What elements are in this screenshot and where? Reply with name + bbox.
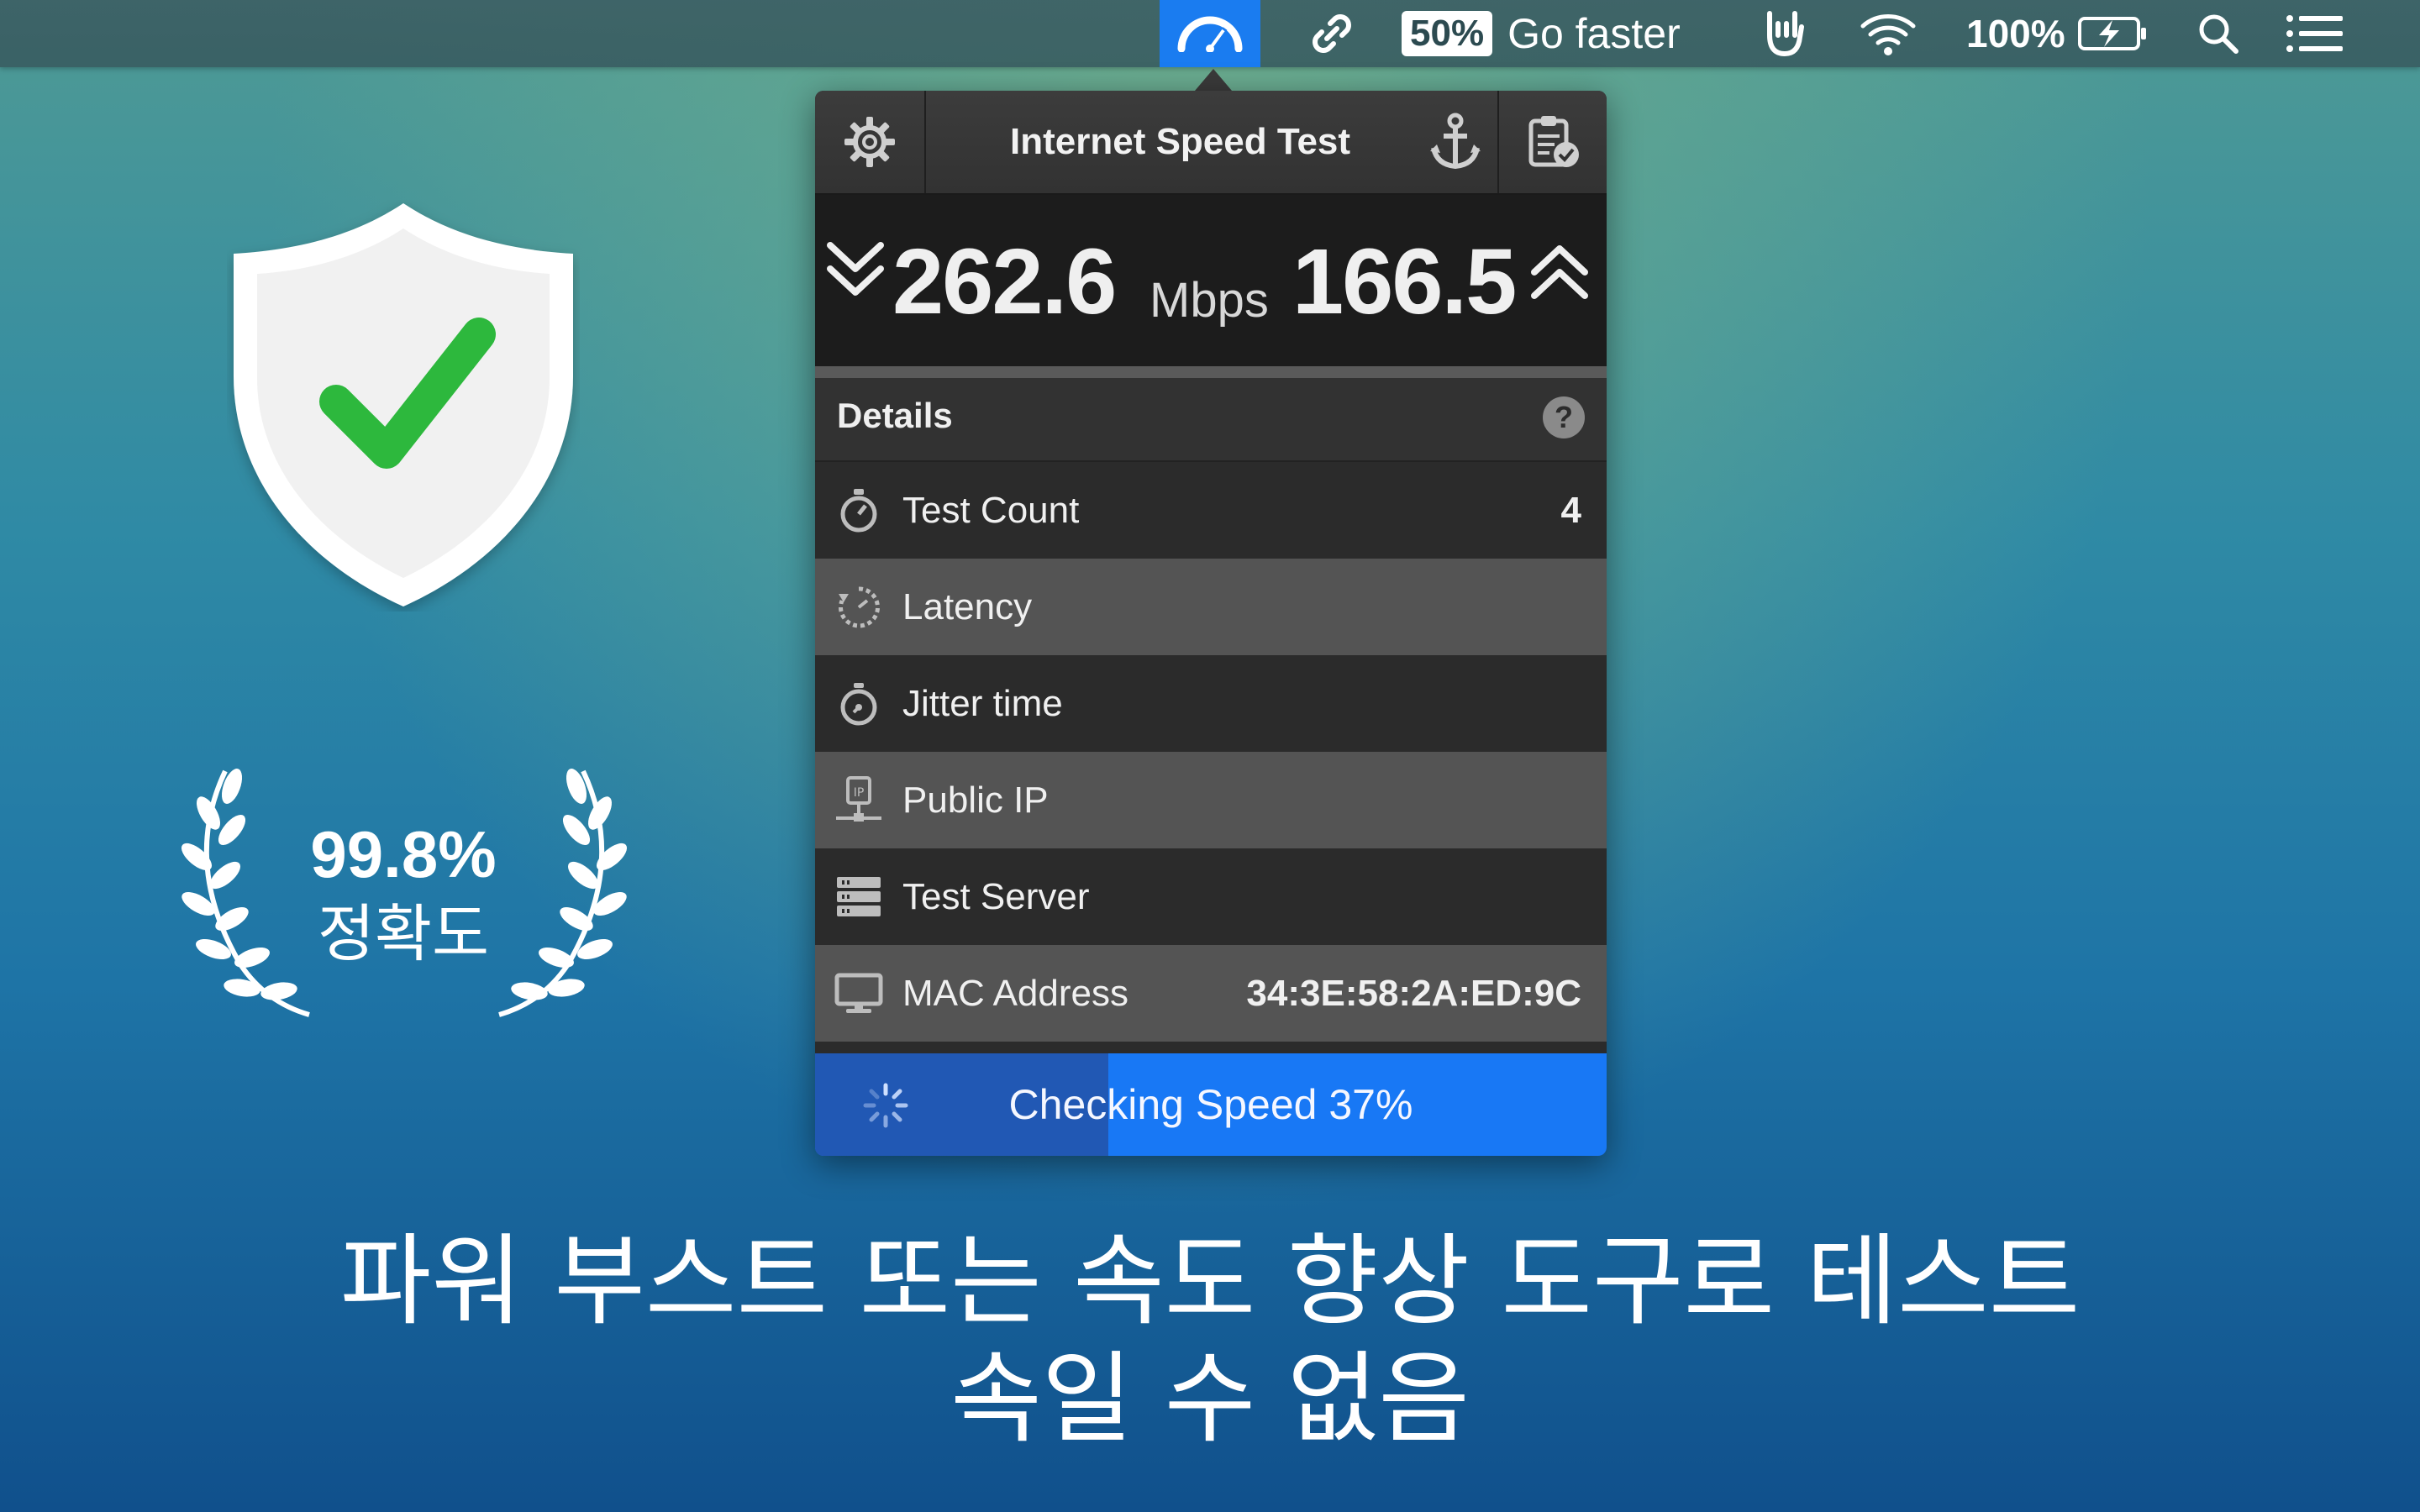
download-speed: 262.6 [892, 230, 1117, 333]
search-icon[interactable] [2185, 0, 2252, 67]
go-faster-label: Go faster [1507, 10, 1681, 57]
notification-list-icon[interactable] [2277, 0, 2353, 67]
accuracy-label: 정확도 [317, 899, 490, 969]
detail-row-latency[interactable]: Latency [815, 559, 1607, 655]
svg-text:IP: IP [854, 786, 865, 800]
detail-label: Public IP [902, 779, 1049, 821]
go-faster-menu[interactable]: 50% Go faster [1402, 0, 1712, 67]
boost-percent-badge: 50% [1402, 11, 1493, 56]
detail-label: MAC Address [902, 972, 1128, 1014]
detail-label: Test Count [902, 489, 1080, 531]
speedtest-menu-icon[interactable] [1160, 0, 1260, 67]
progress-status-text: Checking Speed 37% [1008, 1081, 1413, 1128]
detail-value: 4 [1560, 489, 1581, 531]
detail-label: Test Server [902, 875, 1090, 917]
details-header: Details ? [815, 378, 1607, 462]
speed-readout: 262.6 Mbps 166.5 [815, 195, 1607, 366]
battery-charging-icon [2077, 17, 2146, 50]
hand-gesture-icon[interactable] [1749, 0, 1817, 67]
battery-status[interactable]: 100% [1966, 0, 2160, 67]
details-title: Details [837, 396, 953, 435]
stopwatch-icon [815, 487, 902, 534]
wifi-icon[interactable] [1850, 0, 1926, 67]
anchor-pin-icon[interactable] [1413, 91, 1497, 193]
detail-label: Jitter time [902, 682, 1063, 724]
speed-unit: Mbps [1150, 273, 1269, 328]
caption-line-1: 파워 부스트 또는 속도 향상 도구로 테스트 [339, 1223, 2081, 1339]
latency-gauge-icon [815, 584, 902, 631]
link-menu-icon[interactable] [1298, 0, 1365, 67]
mac-address-value: 34:3E:58:2A:ED:9C [1246, 972, 1581, 1014]
popover-caret [1195, 69, 1232, 91]
accuracy-percent: 99.8% [310, 817, 497, 891]
report-history-icon[interactable] [1497, 91, 1607, 193]
popover-titlebar: Internet Speed Test [815, 91, 1607, 195]
upload-arrow-icon [1531, 245, 1588, 299]
divider [815, 366, 1607, 378]
detail-row-mac-address[interactable]: MAC Address 34:3E:58:2A:ED:9C [815, 945, 1607, 1042]
ip-network-icon: IP [815, 775, 902, 825]
download-arrow-icon [827, 242, 884, 296]
settings-gear-icon[interactable] [815, 91, 926, 193]
monitor-icon [815, 973, 902, 1015]
detail-row-public-ip[interactable]: IP Public IP [815, 752, 1607, 848]
detail-row-test-server[interactable]: Test Server [815, 848, 1607, 945]
promo-caption: 파워 부스트 또는 속도 향상 도구로 테스트 속일 수 없음 [0, 1222, 2420, 1457]
server-icon [815, 875, 902, 919]
detail-row-jitter[interactable]: Jitter time [815, 655, 1607, 752]
help-icon[interactable]: ? [1543, 396, 1585, 438]
speed-test-progress-button[interactable]: Checking Speed 37% [815, 1053, 1607, 1156]
timer-icon [815, 680, 902, 727]
detail-label: Latency [902, 585, 1033, 627]
shield-check-icon [234, 203, 573, 606]
popover-title: Internet Speed Test [1010, 121, 1351, 162]
upload-speed: 166.5 [1292, 230, 1517, 333]
detail-row-test-count[interactable]: Test Count 4 [815, 462, 1607, 559]
speed-test-popover: Internet Speed Test 262.6 Mbps 166.5 Det… [815, 91, 1607, 1156]
battery-percent: 100% [1966, 12, 2065, 55]
caption-line-2: 속일 수 없음 [950, 1341, 1470, 1457]
menu-bar: 50% Go faster 100% [0, 0, 2420, 67]
